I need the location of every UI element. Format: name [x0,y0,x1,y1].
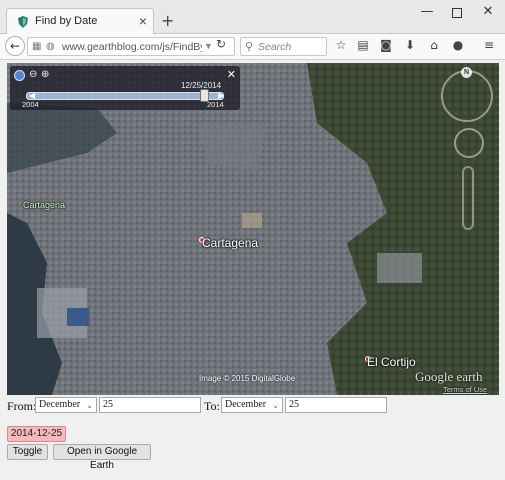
clock-icon[interactable] [14,70,25,81]
new-tab-button[interactable]: + [161,11,174,30]
map-label-cartagena-small: Cartagena [23,200,66,210]
from-month-value: December [39,399,81,410]
timeslider-track[interactable] [26,92,224,100]
from-day-input[interactable]: 25 [99,397,201,413]
to-day-value: 25 [289,399,299,410]
step-back-icon[interactable]: ◀ [29,91,35,100]
from-day-value: 25 [103,399,113,410]
toggle-button[interactable]: Toggle [7,444,48,460]
zoom-out-time-icon[interactable]: ⊖ [29,69,37,80]
google-earth-logo: Google earth [415,369,483,384]
chat-icon[interactable]: ● [450,38,466,54]
zoom-in-time-icon[interactable]: ⊕ [41,69,49,80]
step-forward-icon[interactable]: ▶ [218,91,224,100]
look-joystick[interactable] [454,128,484,158]
timeslider-end-year: 2014 [207,100,224,109]
to-label: To: [204,399,220,413]
shield-favicon-icon [18,16,28,28]
to-month-value: December [225,399,267,410]
timeslider-start-year: 2004 [22,100,39,109]
tab-close-icon[interactable]: × [139,13,147,29]
search-input[interactable]: ⚲ Search [240,37,327,56]
url-dropdown-icon[interactable]: ▼ [204,41,213,51]
reload-icon[interactable]: ↻ [216,37,226,51]
minimize-icon[interactable]: — [413,4,441,22]
terms-of-use-link[interactable]: Terms of Use [443,385,487,394]
search-placeholder: Search [258,41,292,53]
reading-list-icon[interactable]: ▤ [355,38,371,54]
home-icon[interactable]: ⌂ [426,38,442,54]
zoom-slider[interactable] [462,166,474,230]
maximize-icon[interactable] [443,4,471,22]
close-timeslider-icon[interactable]: ✕ [227,68,236,81]
url-text[interactable]: www.gearthblog.com/js/FindBy [62,41,202,53]
chevron-down-icon: ⌄ [86,401,93,410]
satellite-imagery [7,63,499,395]
pocket-icon[interactable]: ◙ [378,38,394,54]
url-bar[interactable]: ▦ ◍ www.gearthblog.com/js/FindBy ▼ [27,37,235,56]
to-month-select[interactable]: December ⌄ [221,397,283,413]
compass-north-icon[interactable]: N [461,67,472,78]
menu-icon[interactable]: ≡ [481,38,497,54]
close-window-icon[interactable]: ✕ [474,4,502,22]
download-icon[interactable]: ⬇ [402,38,418,54]
result-date-button[interactable]: 2014-12-25 [7,426,66,442]
browser-titlebar: Find by Date × + — ✕ [0,0,505,35]
to-day-input[interactable]: 25 [285,397,387,413]
search-icon: ⚲ [245,40,254,53]
map-label-cartagena: Cartagena [202,236,259,250]
chevron-down-icon: ⌄ [272,401,279,410]
bookmark-star-icon[interactable]: ☆ [333,38,349,54]
google-earth-map[interactable]: ⊖ ⊕ ✕ 12/25/2014 ◀ ▶ 2004 2014 N Cartage… [7,63,499,395]
imagery-credit: Image © 2015 DigitalGlobe [199,374,296,383]
globe-icon: ◍ [46,41,55,52]
from-label: From: [7,399,37,413]
open-in-google-earth-button[interactable]: Open in Google Earth [53,444,151,471]
historical-imagery-timeslider: ⊖ ⊕ ✕ 12/25/2014 ◀ ▶ 2004 2014 [10,66,240,110]
page-info-icon[interactable]: ▦ [32,41,41,52]
tab-find-by-date[interactable]: Find by Date × [6,8,154,35]
map-label-el-cortijo: El Cortijo [367,355,416,369]
tab-title: Find by Date [35,15,98,27]
from-month-select[interactable]: December ⌄ [35,397,97,413]
back-button[interactable]: ← [5,36,25,56]
